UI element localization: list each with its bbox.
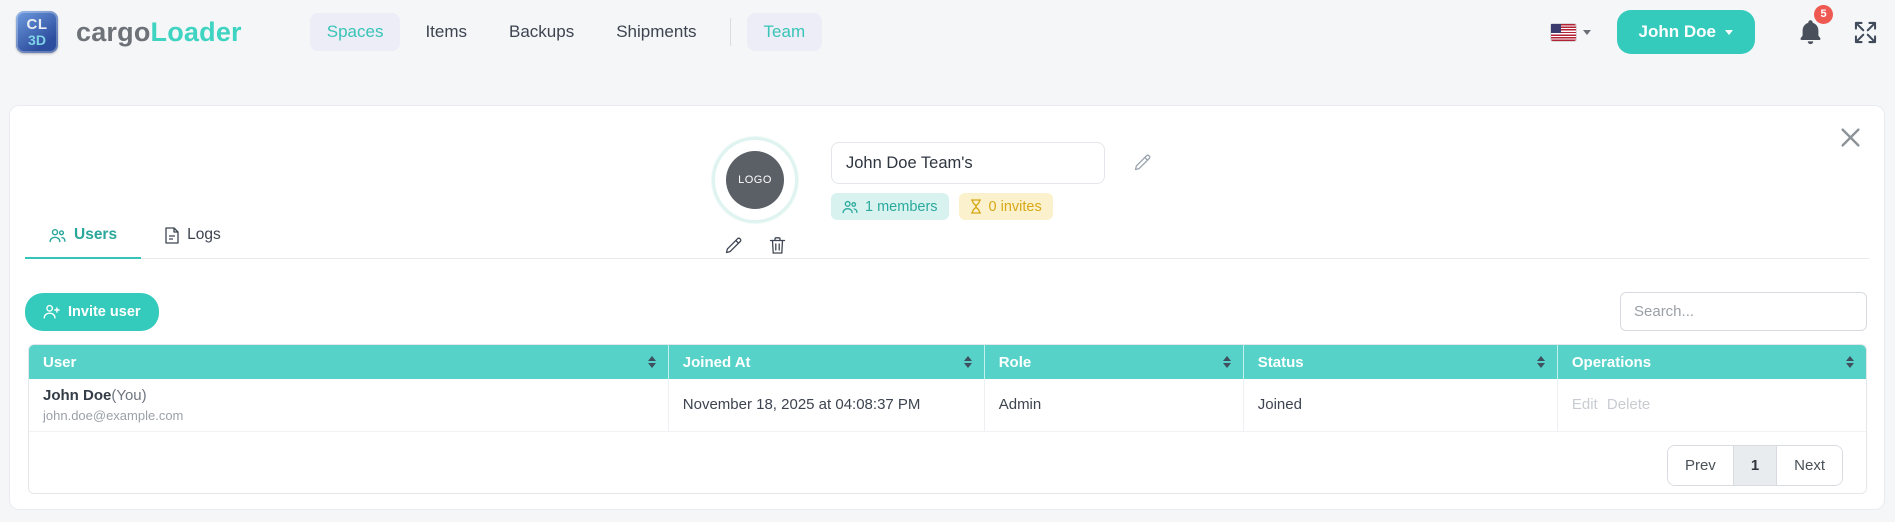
cell-operations: Edit Delete: [1556, 379, 1866, 432]
cell-role: Admin: [983, 379, 1244, 432]
main-nav: Spaces Items Backups Shipments Team: [309, 13, 823, 51]
nav-item-backups[interactable]: Backups: [492, 13, 591, 51]
logo-text-line2: 3D: [28, 32, 46, 48]
column-header-operations[interactable]: Operations: [1556, 345, 1866, 379]
members-badge: 1 members: [831, 193, 949, 220]
current-page-button[interactable]: 1: [1732, 445, 1778, 485]
sort-icon[interactable]: [647, 356, 656, 368]
chevron-down-icon: [1725, 29, 1733, 35]
invite-user-label: Invite user: [68, 303, 141, 320]
team-name-input[interactable]: [831, 142, 1105, 184]
team-avatar: LOGO: [712, 137, 798, 223]
top-header: CL 3D cargoLoader Spaces Items Backups S…: [0, 0, 1895, 64]
delete-link[interactable]: Delete: [1607, 396, 1650, 413]
file-icon: [165, 226, 179, 244]
table-header-row: User Joined At Role Status Operations: [29, 345, 1866, 379]
column-header-joined-at[interactable]: Joined At: [667, 345, 985, 379]
expand-icon: [1852, 19, 1879, 46]
edit-link[interactable]: Edit: [1572, 396, 1598, 413]
cell-status: Joined: [1242, 379, 1558, 432]
logo-text-line1: CL: [26, 16, 48, 33]
column-label: Role: [998, 353, 1032, 371]
users-table-container: User Joined At Role Status Operations Jo…: [28, 344, 1867, 494]
team-avatar-placeholder: LOGO: [726, 151, 784, 209]
column-label: Joined At: [682, 353, 751, 371]
search-input[interactable]: [1620, 292, 1867, 331]
tab-logs[interactable]: Logs: [141, 218, 245, 259]
cell-user: John Doe(You) john.doe@example.com: [29, 379, 669, 432]
tab-users-label: Users: [74, 226, 118, 243]
table-row: John Doe(You) john.doe@example.com Novem…: [29, 379, 1866, 432]
team-panel: LOGO John Doe Team's 1 members 0 invites…: [9, 105, 1885, 510]
notification-count-badge: 5: [1814, 4, 1833, 24]
user-menu-button[interactable]: John Doe: [1616, 10, 1755, 54]
brand-name: cargoLoader: [76, 17, 242, 48]
members-badge-label: 1 members: [865, 198, 938, 215]
prev-page-button[interactable]: Prev: [1667, 445, 1733, 485]
nav-divider: [729, 18, 731, 46]
column-header-user[interactable]: User: [29, 345, 669, 379]
sort-icon[interactable]: [1846, 356, 1854, 368]
pagination: Prev 1 Next: [29, 431, 1866, 493]
close-icon[interactable]: [1837, 124, 1864, 151]
team-name-group: 1 members 0 invites: [831, 142, 1151, 220]
column-label: Operations: [1571, 353, 1652, 371]
sort-icon[interactable]: [1536, 356, 1545, 368]
bell-icon: [1799, 19, 1822, 45]
team-tabs: Users Logs: [25, 218, 1869, 259]
users-table: User Joined At Role Status Operations Jo…: [29, 345, 1866, 432]
hourglass-icon: [970, 199, 982, 214]
nav-item-spaces[interactable]: Spaces: [309, 13, 401, 51]
brand-name-gray: cargo: [76, 16, 151, 47]
tab-users[interactable]: Users: [25, 218, 142, 259]
sort-icon[interactable]: [1222, 356, 1231, 368]
app-logo: CL 3D: [16, 11, 58, 53]
cell-joined-at: November 18, 2025 at 04:08:37 PM: [667, 379, 985, 432]
notifications-button[interactable]: 5: [1799, 4, 1833, 45]
table-toolbar: Invite user: [25, 292, 1867, 331]
pencil-icon[interactable]: [1133, 153, 1152, 172]
column-label: Status: [1257, 353, 1304, 371]
nav-item-items[interactable]: Items: [408, 13, 484, 51]
fullscreen-button[interactable]: [1852, 19, 1879, 46]
brand-name-teal: Loader: [150, 16, 242, 47]
people-icon: [842, 200, 858, 214]
next-page-button[interactable]: Next: [1777, 445, 1842, 485]
column-header-role[interactable]: Role: [983, 345, 1244, 379]
user-menu-label: John Doe: [1638, 22, 1716, 41]
nav-item-team[interactable]: Team: [746, 13, 823, 51]
user-name: John Doe: [43, 386, 112, 404]
column-label: User: [43, 353, 77, 371]
language-selector[interactable]: [1550, 23, 1591, 41]
people-icon: [49, 228, 66, 243]
us-flag-icon: [1550, 23, 1576, 41]
user-you-suffix: (You): [111, 386, 147, 404]
invites-badge: 0 invites: [958, 193, 1053, 220]
tab-logs-label: Logs: [187, 226, 221, 243]
nav-item-shipments[interactable]: Shipments: [599, 13, 713, 51]
person-plus-icon: [43, 304, 60, 319]
chevron-down-icon: [1582, 29, 1591, 35]
invite-user-button[interactable]: Invite user: [25, 292, 159, 331]
sort-icon[interactable]: [963, 356, 972, 368]
invites-badge-label: 0 invites: [988, 198, 1042, 215]
column-header-status[interactable]: Status: [1242, 345, 1558, 379]
user-email: john.doe@example.com: [43, 407, 184, 423]
